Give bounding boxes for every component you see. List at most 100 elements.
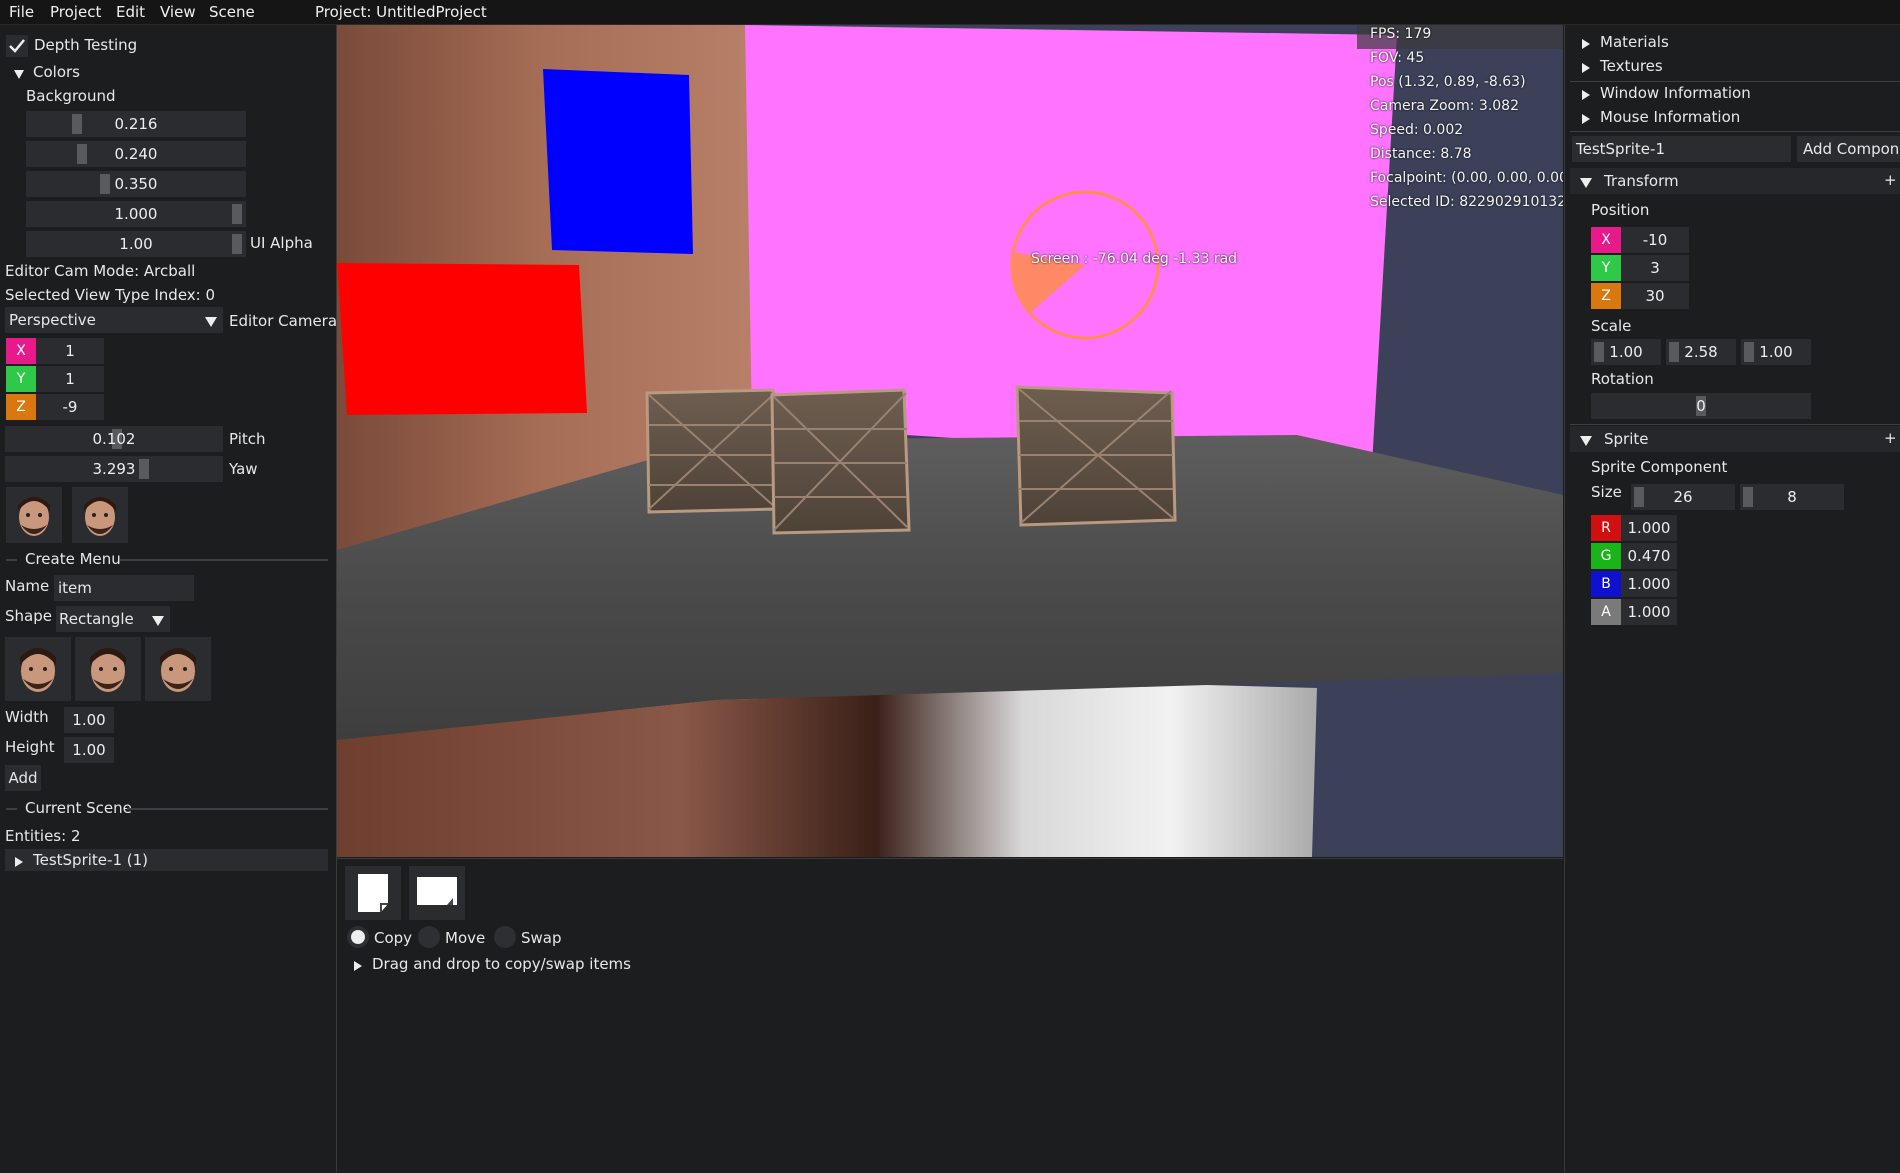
materials-node[interactable]: Materials xyxy=(1600,33,1669,51)
menu-file[interactable]: File xyxy=(9,3,34,21)
crate xyxy=(645,388,779,514)
camera-preset-thumbnail[interactable] xyxy=(72,487,128,543)
swap-slot[interactable] xyxy=(409,866,465,920)
chevron-down-icon xyxy=(152,614,164,630)
name-input[interactable]: item xyxy=(54,575,194,601)
slider-value: 1.00 xyxy=(1609,343,1643,361)
expand-arrow-icon[interactable] xyxy=(15,855,23,871)
drag-drop-hint[interactable]: Drag and drop to copy/swap items xyxy=(372,955,631,973)
separator xyxy=(1570,81,1900,82)
menu-edit[interactable]: Edit xyxy=(116,3,145,21)
shape-dropdown[interactable]: Rectangle xyxy=(56,606,170,632)
move-label: Move xyxy=(445,929,486,947)
textures-node[interactable]: Textures xyxy=(1600,57,1663,75)
entity-name-value: TestSprite-1 xyxy=(1576,140,1665,158)
axis-z-badge: Z xyxy=(6,394,36,420)
colors-collapse-icon[interactable] xyxy=(14,67,24,83)
yaw-slider[interactable]: 3.293 xyxy=(5,456,223,482)
left-panel: Depth Testing Colors Background 0.216 0.… xyxy=(0,25,337,1172)
rotation-slider[interactable]: 0 xyxy=(1591,393,1811,419)
name-input-value: item xyxy=(58,579,92,597)
sprite-menu-button[interactable]: + xyxy=(1884,429,1897,447)
cam-y-input[interactable]: 1 xyxy=(36,366,104,392)
entity-tree-item[interactable]: TestSprite-1 (1) xyxy=(5,849,328,871)
position-x-input[interactable]: -10 xyxy=(1621,227,1689,253)
size-height-slider[interactable]: 8 xyxy=(1740,484,1844,510)
slider-value: 0.350 xyxy=(114,175,158,193)
colors-header[interactable]: Colors xyxy=(33,63,80,81)
slider-value: 8 xyxy=(1787,488,1797,506)
right-panel: Materials Textures Window Information Mo… xyxy=(1564,25,1900,1172)
color-g-input[interactable]: 0.470 xyxy=(1621,543,1677,569)
shape-texture-thumbnail[interactable] xyxy=(75,637,141,701)
entity-name-input[interactable]: TestSprite-1 xyxy=(1572,136,1791,162)
pitch-slider[interactable]: 0.102 xyxy=(5,426,223,452)
scale-z-slider[interactable]: 1.00 xyxy=(1741,339,1811,365)
sprite-header[interactable]: Sprite + xyxy=(1570,426,1900,452)
separator xyxy=(120,559,328,561)
hud-zoom: Camera Zoom: 3.082 xyxy=(1370,98,1519,114)
expand-arrow-icon[interactable] xyxy=(1582,88,1590,104)
scale-x-slider[interactable]: 1.00 xyxy=(1591,339,1661,365)
scene-viewport[interactable]: FPS: 179 FOV: 45 Pos (1.32, 0.89, -8.63)… xyxy=(337,25,1563,857)
face-icon xyxy=(18,497,50,536)
expand-arrow-icon[interactable] xyxy=(1582,37,1590,53)
color-a-input[interactable]: 1.000 xyxy=(1621,599,1677,625)
bg-green-slider[interactable]: 0.240 xyxy=(26,141,246,167)
transform-header[interactable]: Transform + xyxy=(1570,168,1900,194)
swap-radio[interactable] xyxy=(494,926,516,948)
bg-blue-slider[interactable]: 0.350 xyxy=(26,171,246,197)
height-input[interactable]: 1.00 xyxy=(64,737,114,763)
mouse-info-node[interactable]: Mouse Information xyxy=(1600,108,1740,126)
expand-arrow-icon[interactable] xyxy=(1582,112,1590,128)
color-b-input[interactable]: 1.000 xyxy=(1621,571,1677,597)
expand-arrow-icon[interactable] xyxy=(354,959,362,975)
hud-selected-id: Selected ID: 82290291013266 xyxy=(1370,194,1563,210)
move-radio[interactable] xyxy=(418,926,440,948)
menu-bar: File Project Edit View Scene Project: Un… xyxy=(0,0,1900,25)
axis-y-text: Y xyxy=(1601,260,1611,276)
hud-fps: FPS: 179 xyxy=(1370,26,1432,42)
sprite-title: Sprite xyxy=(1604,430,1649,448)
collapse-arrow-icon xyxy=(1580,434,1592,450)
add-component-button[interactable]: Add Component xyxy=(1797,136,1900,162)
cam-z-input[interactable]: -9 xyxy=(36,394,104,420)
transform-menu-button[interactable]: + xyxy=(1884,171,1897,189)
bg-alpha-slider[interactable]: 1.000 xyxy=(26,201,246,227)
screen-angle-readout: Screen : -76.04 deg -1.33 rad xyxy=(1031,251,1238,267)
ui-alpha-slider[interactable]: 1.00 xyxy=(26,231,246,257)
cam-x-input[interactable]: 1 xyxy=(36,338,104,364)
slider-value: 2.58 xyxy=(1684,343,1718,361)
entity-item-label: TestSprite-1 (1) xyxy=(33,851,148,869)
hud-speed: Speed: 0.002 xyxy=(1370,122,1464,138)
depth-testing-checkbox[interactable] xyxy=(6,35,28,57)
current-scene-header: Current Scene xyxy=(25,799,132,817)
hud-focalpoint: Focalpoint: (0.00, 0.00, 0.00) xyxy=(1370,170,1563,186)
slider-value: 0 xyxy=(1696,397,1706,415)
menu-project[interactable]: Project xyxy=(50,3,101,21)
add-button[interactable]: Add xyxy=(5,765,41,791)
width-input[interactable]: 1.00 xyxy=(64,707,114,733)
channel-r-text: R xyxy=(1601,520,1611,536)
axis-x-text: X xyxy=(1601,232,1611,248)
channel-g-badge: G xyxy=(1591,543,1621,569)
position-y-input[interactable]: 3 xyxy=(1621,255,1689,281)
shape-texture-thumbnail[interactable] xyxy=(145,637,211,701)
swap-slot[interactable] xyxy=(345,866,401,920)
bg-red-slider[interactable]: 0.216 xyxy=(26,111,246,137)
size-width-slider[interactable]: 26 xyxy=(1631,484,1735,510)
expand-arrow-icon[interactable] xyxy=(1582,61,1590,77)
projection-dropdown[interactable]: Perspective xyxy=(5,307,223,333)
ui-alpha-label: UI Alpha xyxy=(250,234,313,252)
editor-camera-label: Editor Camera xyxy=(229,312,338,330)
position-z-input[interactable]: 30 xyxy=(1621,283,1689,309)
camera-preset-thumbnail[interactable] xyxy=(6,487,62,543)
face-icon xyxy=(160,648,196,692)
menu-scene[interactable]: Scene xyxy=(209,3,255,21)
scale-y-slider[interactable]: 2.58 xyxy=(1666,339,1736,365)
menu-view[interactable]: View xyxy=(160,3,196,21)
copy-radio[interactable] xyxy=(347,926,369,948)
window-info-node[interactable]: Window Information xyxy=(1600,84,1751,102)
shape-texture-thumbnail[interactable] xyxy=(5,637,71,701)
color-r-input[interactable]: 1.000 xyxy=(1621,515,1677,541)
